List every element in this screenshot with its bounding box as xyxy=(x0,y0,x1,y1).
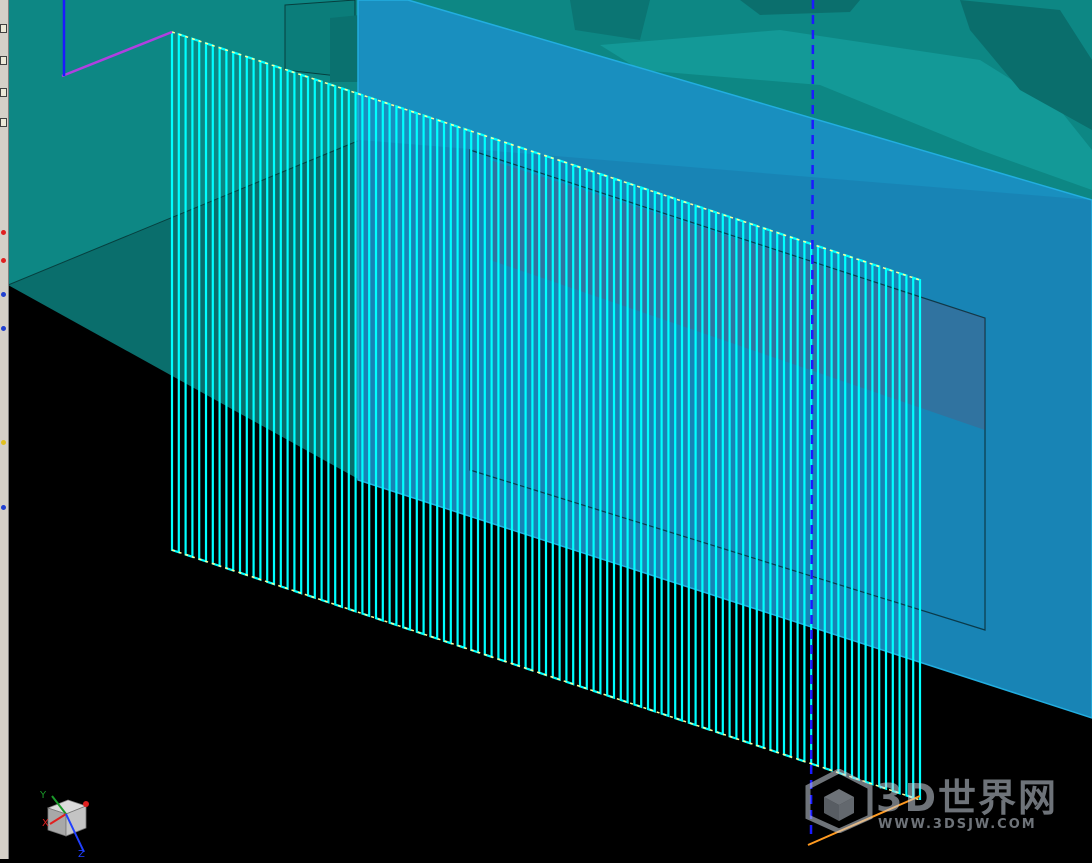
triad-z-label: Z xyxy=(78,849,85,858)
left-toolbar-strip xyxy=(0,0,9,859)
blue-status-icon[interactable] xyxy=(1,326,6,331)
graphics-viewport[interactable]: Y X Z 3D世界网 WWW.3DSJW.COM xyxy=(7,0,1092,859)
blue-status-icon[interactable] xyxy=(1,292,6,297)
red-status-icon[interactable] xyxy=(1,258,6,263)
yellow-status-icon[interactable] xyxy=(1,440,6,445)
triad-y-label: Y xyxy=(39,790,47,801)
toolbar-button[interactable] xyxy=(0,88,7,97)
triad-x-label: X xyxy=(42,818,49,829)
toolbar-button[interactable] xyxy=(0,118,7,127)
view-orientation-triad-icon[interactable]: Y X Z xyxy=(38,788,98,858)
red-status-icon[interactable] xyxy=(1,230,6,235)
toolbar-button[interactable] xyxy=(0,24,7,33)
toolbar-button[interactable] xyxy=(0,56,7,65)
blue-status-icon[interactable] xyxy=(1,505,6,510)
